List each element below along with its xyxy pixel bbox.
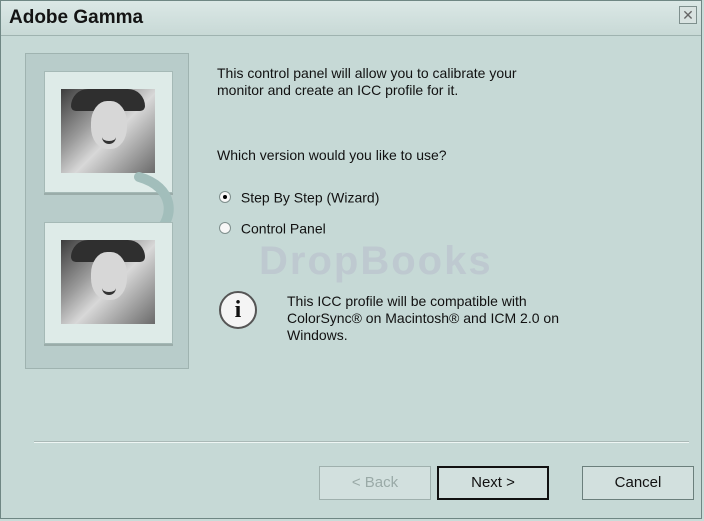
- radio-control-panel-label: Control Panel: [240, 220, 326, 237]
- radio-unselected-icon[interactable]: [219, 222, 231, 235]
- close-button[interactable]: ✕: [679, 6, 697, 24]
- adobe-gamma-dialog: Adobe Gamma ✕ This control panel will al…: [0, 0, 702, 519]
- info-icon: i: [219, 291, 257, 329]
- illustration-panel: [25, 53, 189, 369]
- cancel-button[interactable]: Cancel: [582, 466, 694, 500]
- woman-portrait-image: [61, 89, 155, 173]
- window-title: Adobe Gamma: [9, 7, 144, 28]
- intro-text: This control panel will allow you to cal…: [217, 65, 517, 98]
- woman-portrait-image: [61, 240, 155, 324]
- title-bar: Adobe Gamma ✕: [1, 1, 701, 36]
- close-icon: ✕: [682, 7, 694, 23]
- radio-selected-icon[interactable]: [219, 191, 231, 204]
- radio-step-by-step-label: Step By Step (Wizard): [240, 189, 380, 206]
- version-question: Which version would you like to use?: [217, 147, 447, 163]
- radio-step-by-step[interactable]: Step By Step (Wizard): [219, 188, 379, 208]
- back-button[interactable]: < Back: [319, 466, 431, 500]
- divider: [34, 441, 689, 443]
- compatibility-info-text: This ICC profile will be compatible with…: [287, 293, 559, 343]
- next-button[interactable]: Next >: [437, 466, 549, 500]
- dropbooks-watermark: DropBooks: [259, 239, 493, 283]
- radio-control-panel[interactable]: Control Panel: [219, 219, 326, 239]
- monitor-frame-after: [44, 222, 173, 344]
